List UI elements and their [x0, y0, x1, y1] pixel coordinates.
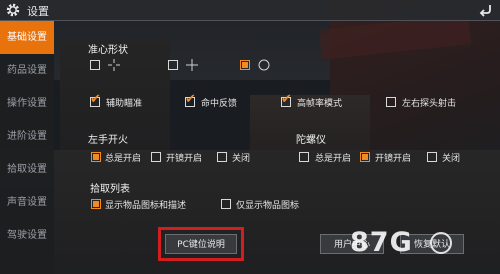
- watermark-ring-icon: [430, 232, 452, 254]
- aim-assist-checkbox[interactable]: [90, 92, 101, 107]
- pickup-icon-only-label: 仅显示物品图标: [236, 201, 300, 211]
- pc-keys-button[interactable]: PC键位说明: [165, 234, 237, 254]
- left-fire-off-label: 关闭: [232, 154, 251, 164]
- gyro-scope-checkbox[interactable]: [360, 152, 370, 162]
- gyroscope-title: 陀螺仪: [296, 135, 326, 146]
- site-watermark: 87G: [350, 227, 413, 258]
- left-fire-always-label: 总是开启: [105, 154, 142, 164]
- crosshair-circle-icon: [258, 59, 270, 71]
- sidebar-item-controls[interactable]: 操作设置: [0, 87, 54, 120]
- settings-sidebar: 基础设置 药品设置 操作设置 进阶设置 拾取设置 声音设置 驾驶设置: [0, 21, 54, 274]
- left-fire-always-checkbox[interactable]: [91, 152, 101, 162]
- crosshair-plus-gap-icon: [108, 59, 120, 71]
- gyro-always-checkbox[interactable]: [299, 152, 309, 162]
- sidebar-item-sound[interactable]: 声音设置: [0, 186, 54, 219]
- crosshair-option-2-checkbox[interactable]: [168, 60, 178, 70]
- gyro-off-label: 关闭: [442, 154, 461, 164]
- high-fps-checkbox[interactable]: [281, 92, 292, 107]
- lean-fire-checkbox[interactable]: [386, 97, 396, 107]
- sidebar-item-medicine[interactable]: 药品设置: [0, 54, 54, 87]
- left-fire-scope-checkbox[interactable]: [151, 152, 161, 162]
- crosshair-plus-icon: [186, 59, 198, 71]
- pickup-icon-desc-label: 显示物品图标和描述: [105, 201, 187, 211]
- hit-feedback-checkbox[interactable]: [185, 92, 196, 107]
- crosshair-option-3-checkbox[interactable]: [240, 60, 250, 70]
- settings-content: 准心形状 辅助瞄准 命中反馈 高帧率模式 左右探头射击 左手开火 总是开启 开镜…: [54, 21, 500, 274]
- page-title: 设置: [27, 5, 49, 18]
- lean-fire-label: 左右探头射击: [402, 99, 457, 109]
- gyro-always-label: 总是开启: [315, 154, 352, 164]
- left-fire-scope-label: 开镜开启: [166, 154, 203, 164]
- aim-assist-label: 辅助瞄准: [106, 99, 143, 109]
- sidebar-item-driving[interactable]: 驾驶设置: [0, 219, 54, 252]
- pickup-icon-only-checkbox[interactable]: [221, 199, 231, 209]
- crosshair-section-title: 准心形状: [88, 45, 128, 56]
- back-arrow-icon[interactable]: [478, 2, 494, 18]
- crosshair-option-1-checkbox[interactable]: [90, 60, 100, 70]
- left-hand-fire-title: 左手开火: [88, 135, 128, 146]
- sidebar-item-basic[interactable]: 基础设置: [0, 21, 54, 54]
- hit-feedback-label: 命中反馈: [201, 99, 238, 109]
- settings-header: 设置: [0, 0, 500, 21]
- gyro-scope-label: 开镜开启: [375, 154, 412, 164]
- sidebar-item-pickup[interactable]: 拾取设置: [0, 153, 54, 186]
- pickup-list-title: 拾取列表: [90, 184, 130, 195]
- gear-icon: [6, 3, 20, 17]
- high-fps-label: 高帧率模式: [297, 99, 343, 109]
- gyro-off-checkbox[interactable]: [427, 152, 437, 162]
- sidebar-item-advanced[interactable]: 进阶设置: [0, 120, 54, 153]
- pickup-icon-desc-checkbox[interactable]: [91, 199, 101, 209]
- left-fire-off-checkbox[interactable]: [217, 152, 227, 162]
